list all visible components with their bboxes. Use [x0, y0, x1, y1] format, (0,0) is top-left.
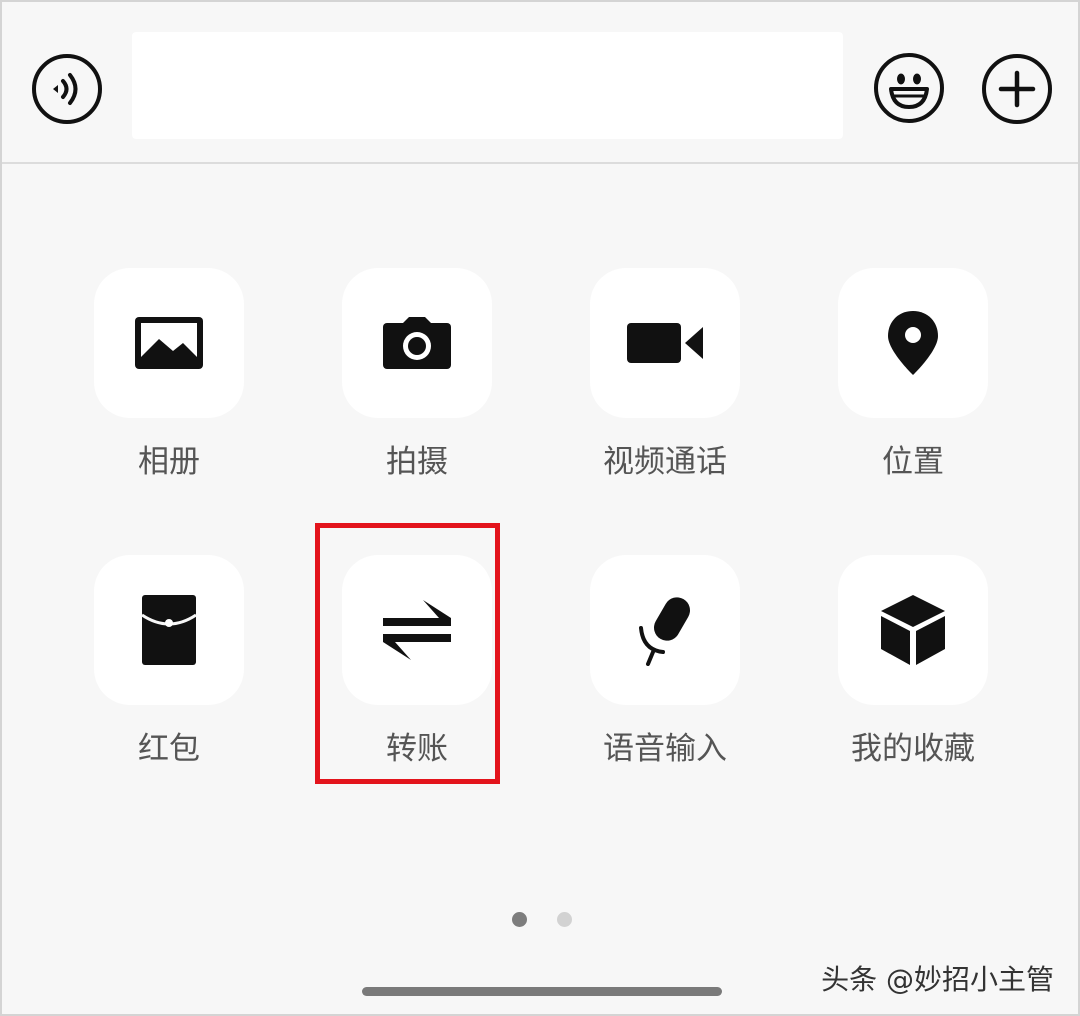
chat-input-bar: [2, 2, 1078, 164]
microphone-icon: [639, 597, 690, 666]
album-button[interactable]: [94, 268, 244, 418]
album-tile[interactable]: 相册: [94, 268, 244, 481]
plus-icon: [998, 70, 1036, 108]
voice-input-button[interactable]: [32, 54, 102, 124]
location-button[interactable]: [838, 268, 988, 418]
voice-input-tile[interactable]: 语音输入: [590, 555, 740, 768]
more-features-button[interactable]: [982, 54, 1052, 124]
location-label: 位置: [882, 444, 944, 480]
emoji-button[interactable]: [874, 53, 944, 123]
favorites-box-icon: [881, 595, 945, 665]
video-call-tile[interactable]: 视频通话: [590, 268, 740, 481]
video-call-icon: [627, 323, 703, 363]
video-call-button[interactable]: [590, 268, 740, 418]
page-indicator-dot-active[interactable]: [512, 912, 527, 927]
favorites-button[interactable]: [838, 555, 988, 705]
smiley-face-icon: [889, 73, 929, 109]
album-label: 相册: [138, 444, 200, 480]
transfer-highlight-frame: [315, 523, 500, 784]
photo-album-icon: [135, 317, 203, 369]
chat-extension-panel: 相册 拍摄 视频通话 位置 红包 转账 语音输入 我的收藏 头条 @妙招小主管: [0, 0, 1080, 1016]
red-packet-tile[interactable]: 红包: [94, 555, 244, 768]
home-indicator-bar[interactable]: [362, 987, 722, 996]
capture-tile[interactable]: 拍摄: [342, 268, 492, 481]
red-packet-icon: [141, 595, 197, 665]
favorites-tile[interactable]: 我的收藏: [838, 555, 988, 768]
source-watermark: 头条 @妙招小主管: [821, 963, 1054, 996]
voice-input-feature-button[interactable]: [590, 555, 740, 705]
voice-icon: [53, 73, 78, 105]
page-indicator-dot[interactable]: [557, 912, 572, 927]
capture-label: 拍摄: [386, 444, 448, 480]
red-packet-label: 红包: [138, 731, 200, 767]
voice-input-label: 语音输入: [603, 731, 727, 767]
location-pin-icon: [888, 311, 938, 375]
capture-button[interactable]: [342, 268, 492, 418]
favorites-label: 我的收藏: [851, 731, 975, 767]
message-text-field[interactable]: [132, 32, 843, 139]
red-packet-button[interactable]: [94, 555, 244, 705]
video-call-label: 视频通话: [603, 444, 727, 480]
camera-icon: [383, 317, 451, 369]
location-tile[interactable]: 位置: [838, 268, 988, 481]
